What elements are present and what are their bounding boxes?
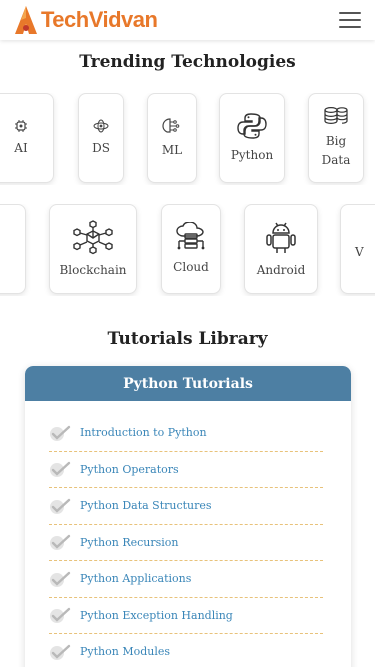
check-icon — [50, 462, 71, 478]
tutorial-link[interactable]: Python Exception Handling — [80, 609, 233, 622]
trending-technologies-title: Trending Technologies — [79, 52, 296, 72]
tech-row-2: Blockchain Cloud Android V — [0, 204, 375, 296]
tech-label: V — [355, 244, 364, 259]
blockchain-icon — [73, 219, 113, 254]
tutorials-library-title: Tutorials Library — [107, 329, 268, 349]
tutorial-list-item: Python Recursion — [49, 525, 323, 561]
tech-label: Cloud — [173, 259, 209, 274]
tutorial-list-item: Introduction to Python — [49, 415, 323, 452]
tech-card-blockchain[interactable]: Blockchain — [49, 204, 137, 294]
logo-mark-icon — [15, 6, 37, 34]
tech-label: Python — [230, 147, 274, 162]
tutorial-link[interactable]: Python Modules — [80, 645, 170, 658]
tech-label: Android — [256, 262, 306, 277]
check-icon — [50, 644, 71, 660]
tutorial-list-item: Python Data Structures — [49, 488, 323, 525]
tech-card-cloud[interactable]: Cloud — [161, 204, 221, 294]
tech-card-ai[interactable]: AI — [0, 93, 54, 183]
tech-card-android[interactable]: Android — [244, 204, 318, 294]
logo-text: TechVidvan — [41, 7, 158, 33]
big-data-icon — [324, 107, 348, 125]
tech-label: Big Data — [321, 134, 351, 167]
tech-label: ML — [161, 142, 183, 157]
tech-label: Blockchain — [59, 262, 127, 277]
check-icon — [50, 535, 71, 551]
android-icon — [266, 222, 296, 253]
site-header: TechVidvan — [0, 0, 375, 40]
machine-learning-icon — [162, 118, 180, 133]
tutorial-link[interactable]: Introduction to Python — [80, 426, 207, 439]
tech-label: AI — [14, 140, 28, 155]
tutorial-list-item: Python Applications — [49, 561, 323, 598]
tutorial-link[interactable]: Python Data Structures — [80, 499, 212, 512]
techvidvan-logo[interactable]: TechVidvan — [12, 4, 158, 36]
python-tutorials-card: Python Tutorials Introduction to Python … — [25, 366, 351, 667]
ai-chip-icon — [15, 119, 27, 132]
tech-card-ds[interactable]: DS — [78, 93, 124, 183]
tech-label: DS — [92, 140, 110, 155]
check-icon — [50, 608, 71, 624]
check-icon — [50, 498, 71, 514]
hamburger-menu-icon[interactable] — [339, 12, 361, 28]
tech-card-ml[interactable]: ML — [147, 93, 197, 183]
python-icon — [237, 113, 267, 139]
tech-card-python[interactable]: Python — [219, 93, 285, 183]
tutorial-list-item: Python Operators — [49, 452, 323, 488]
tutorial-list-item: Python Exception Handling — [49, 598, 323, 634]
tutorial-link[interactable]: Python Recursion — [80, 536, 179, 549]
cloud-icon — [176, 221, 205, 250]
data-science-icon — [93, 119, 109, 133]
tutorial-list: Introduction to Python Python Operators … — [25, 415, 351, 667]
tech-card-partial-right[interactable]: V — [340, 204, 375, 294]
logo-text-vidvan: Vidvan — [88, 7, 158, 32]
python-tutorials-header: Python Tutorials — [25, 366, 351, 401]
tutorial-link[interactable]: Python Operators — [80, 463, 179, 476]
tutorial-link[interactable]: Python Applications — [80, 572, 191, 585]
tech-card-big-data[interactable]: Big Data — [308, 93, 364, 183]
tech-card-partial-left[interactable] — [0, 204, 26, 294]
tech-row-1: AI DS ML Python Big Data — [0, 93, 375, 185]
check-icon — [50, 571, 71, 587]
tutorial-list-item: Python Modules — [49, 634, 323, 667]
logo-text-tech: Tech — [41, 7, 89, 32]
check-icon — [50, 425, 71, 441]
